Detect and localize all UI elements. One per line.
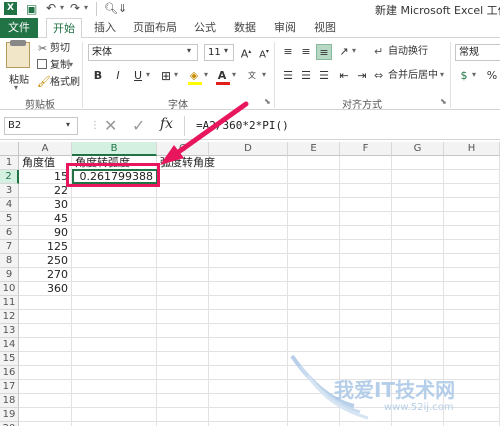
callout-arrow xyxy=(160,101,249,165)
